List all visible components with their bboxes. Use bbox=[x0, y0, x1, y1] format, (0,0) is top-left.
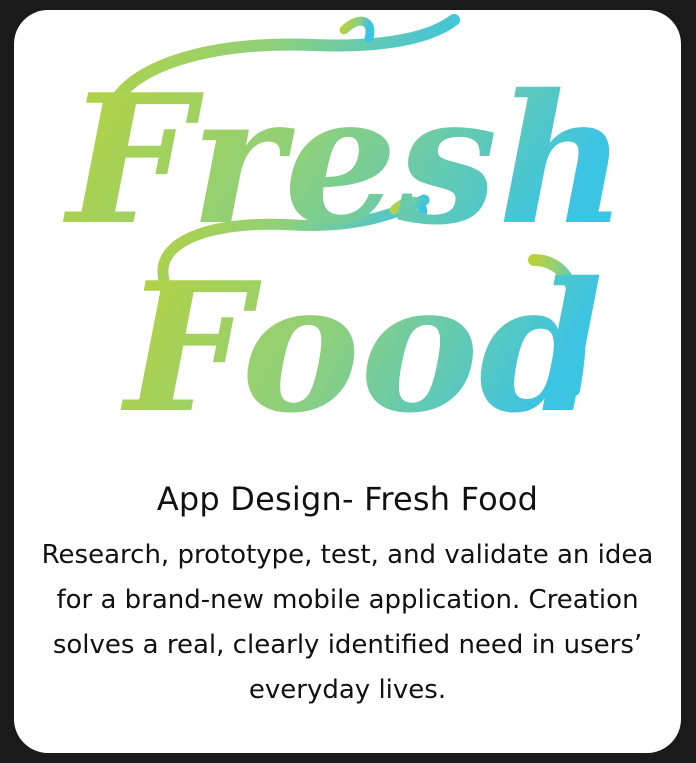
page-background: Fresh Food App Design- Fresh Food Resear… bbox=[0, 0, 696, 763]
card-title: App Design- Fresh Food bbox=[156, 480, 539, 518]
logo-word-food: Food bbox=[120, 243, 604, 452]
logo-word-fresh: Fresh bbox=[62, 55, 627, 264]
fresh-food-logo: Fresh Food bbox=[14, 10, 681, 470]
project-card[interactable]: Fresh Food App Design- Fresh Food Resear… bbox=[14, 10, 681, 753]
card-description: Research, prototype, test, and validate … bbox=[41, 540, 654, 705]
